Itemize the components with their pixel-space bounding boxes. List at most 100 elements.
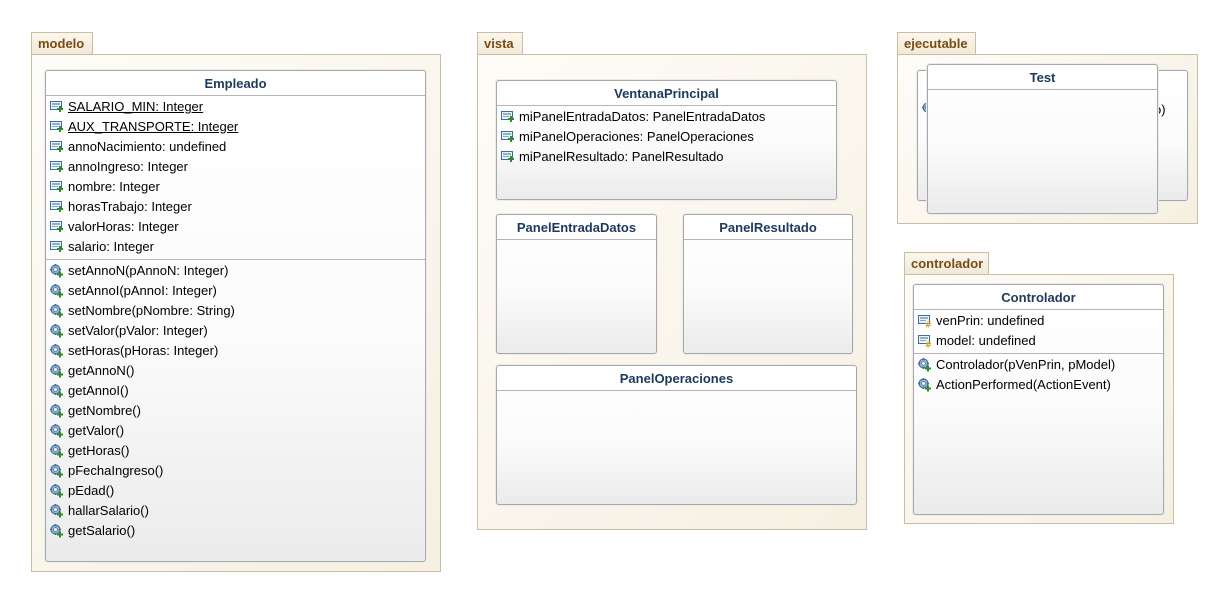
class-name: VentanaPrincipal (497, 81, 836, 106)
attribute-row-label: venPrin: undefined (936, 313, 1045, 328)
operation-row-label: setAnnoN(pAnnoN: Integer) (68, 263, 229, 278)
class-name: PanelEntradaDatos (497, 215, 656, 240)
field-protected-icon (918, 314, 932, 328)
class-empleado[interactable]: Empleado SALARIO_MIN: Integer AUX_TRANSPO… (45, 70, 426, 562)
field-public-icon (50, 220, 64, 234)
attribute-row[interactable]: model: undefined (914, 331, 1163, 351)
method-public-icon (50, 264, 64, 278)
operation-row[interactable]: getNombre() (46, 401, 425, 421)
class-panel-operaciones[interactable]: PanelOperaciones (496, 365, 857, 505)
attribute-row-label: miPanelEntradaDatos: PanelEntradaDatos (519, 109, 766, 124)
method-public-icon (50, 504, 64, 518)
attribute-row-label: valorHoras: Integer (68, 219, 179, 234)
attribute-row[interactable]: nombre: Integer (46, 177, 425, 197)
operation-row[interactable]: setHoras(pHoras: Integer) (46, 341, 425, 361)
attribute-row[interactable]: venPrin: undefined (914, 311, 1163, 331)
method-public-icon (50, 484, 64, 498)
field-public-icon (50, 140, 64, 154)
method-public-icon (918, 378, 932, 392)
attribute-row[interactable]: annoIngreso: Integer (46, 157, 425, 177)
attribute-row-label: annoIngreso: Integer (68, 159, 188, 174)
operation-row-label: getHoras() (68, 443, 130, 458)
operation-row-label: setHoras(pHoras: Integer) (68, 343, 219, 358)
attribute-row-label: miPanelResultado: PanelResultado (519, 149, 724, 164)
class-name: PanelOperaciones (497, 366, 856, 391)
field-public-icon (50, 180, 64, 194)
operation-row-label: setAnnoI(pAnnoI: Integer) (68, 283, 217, 298)
method-public-icon (50, 444, 64, 458)
attribute-row-label: horasTrabajo: Integer (68, 199, 192, 214)
method-public-icon (50, 524, 64, 538)
method-public-icon (50, 464, 64, 478)
field-public-icon (50, 160, 64, 174)
attribute-row[interactable]: valorHoras: Integer (46, 217, 425, 237)
operation-row[interactable]: Controlador(pVenPrin, pModel) (914, 355, 1163, 375)
method-public-icon (50, 404, 64, 418)
class-panel-entrada-datos[interactable]: PanelEntradaDatos (496, 214, 657, 354)
operation-row[interactable]: getAnnoN() (46, 361, 425, 381)
attribute-row[interactable]: miPanelResultado: PanelResultado (497, 147, 836, 167)
field-public-icon (501, 150, 515, 164)
class-ventana-principal[interactable]: VentanaPrincipal miPanelEntradaDatos: Pa… (496, 80, 837, 200)
package-label-ejecutable: ejecutable (904, 36, 968, 51)
operation-row[interactable]: setAnnoN(pAnnoN: Integer) (46, 261, 425, 281)
attribute-row[interactable]: miPanelOperaciones: PanelOperaciones (497, 127, 836, 147)
operation-row[interactable]: getAnnoI() (46, 381, 425, 401)
method-public-icon (50, 424, 64, 438)
package-tab-controlador[interactable]: controlador (904, 252, 989, 274)
attribute-row-label: nombre: Integer (68, 179, 160, 194)
attribute-row-label: salario: Integer (68, 239, 154, 254)
operations-compartment: Controlador(pVenPrin, pModel) ActionPerfo… (914, 354, 1163, 397)
operation-row[interactable]: getSalario() (46, 521, 425, 541)
operation-row-label: getAnnoI() (68, 383, 129, 398)
method-public-icon (918, 358, 932, 372)
class-name: Empleado (46, 71, 425, 96)
package-label-vista: vista (484, 36, 514, 51)
field-public-icon (50, 120, 64, 134)
method-public-icon (50, 344, 64, 358)
attribute-row-label: SALARIO_MIN: Integer (68, 99, 204, 114)
class-controlador[interactable]: Controlador venPrin: undefined model: und… (913, 284, 1164, 515)
package-label-controlador: controlador (911, 256, 984, 271)
attribute-row[interactable]: miPanelEntradaDatos: PanelEntradaDatos (497, 107, 836, 127)
field-public-icon (50, 240, 64, 254)
attributes-compartment: venPrin: undefined model: undefined (914, 310, 1163, 354)
attribute-row[interactable]: AUX_TRANSPORTE: Integer (46, 117, 425, 137)
class-name: Controlador (914, 285, 1163, 310)
package-tab-vista[interactable]: vista (477, 32, 523, 54)
operation-row[interactable]: getHoras() (46, 441, 425, 461)
method-public-icon (50, 364, 64, 378)
package-tab-modelo[interactable]: modelo (31, 32, 93, 54)
field-public-icon (501, 130, 515, 144)
operation-row[interactable]: pFechaIngreso() (46, 461, 425, 481)
operation-row-label: pFechaIngreso() (68, 463, 164, 478)
class-test[interactable]: Test (927, 64, 1158, 214)
attribute-row[interactable]: annoNacimiento: undefined (46, 137, 425, 157)
method-public-icon (50, 304, 64, 318)
operation-row[interactable]: setNombre(pNombre: String) (46, 301, 425, 321)
field-protected-icon (918, 334, 932, 348)
attribute-row[interactable]: horasTrabajo: Integer (46, 197, 425, 217)
class-panel-resultado[interactable]: PanelResultado (683, 214, 853, 354)
attribute-row[interactable]: SALARIO_MIN: Integer (46, 97, 425, 117)
package-label-modelo: modelo (38, 36, 85, 51)
attribute-row[interactable]: salario: Integer (46, 237, 425, 257)
attribute-row-label: miPanelOperaciones: PanelOperaciones (519, 129, 754, 144)
method-public-icon (50, 324, 64, 338)
operation-row-label: setNombre(pNombre: String) (68, 303, 235, 318)
operation-row-label: getSalario() (68, 523, 136, 538)
operation-row[interactable]: getValor() (46, 421, 425, 441)
operations-compartment: setAnnoN(pAnnoN: Integer) setAnnoI(pAnnoI… (46, 260, 425, 543)
operation-row[interactable]: pEdad() (46, 481, 425, 501)
operation-row-label: getNombre() (68, 403, 141, 418)
class-name: PanelResultado (684, 215, 852, 240)
operation-row[interactable]: ActionPerformed(ActionEvent) (914, 375, 1163, 395)
attributes-compartment: miPanelEntradaDatos: PanelEntradaDatos mi… (497, 106, 836, 169)
operation-row[interactable]: hallarSalario() (46, 501, 425, 521)
attribute-row-label: AUX_TRANSPORTE: Integer (68, 119, 239, 134)
package-tab-ejecutable[interactable]: ejecutable (897, 32, 976, 54)
operation-row[interactable]: setAnnoI(pAnnoI: Integer) (46, 281, 425, 301)
operation-row-label: getValor() (68, 423, 125, 438)
operation-row[interactable]: setValor(pValor: Integer) (46, 321, 425, 341)
field-public-icon (50, 200, 64, 214)
